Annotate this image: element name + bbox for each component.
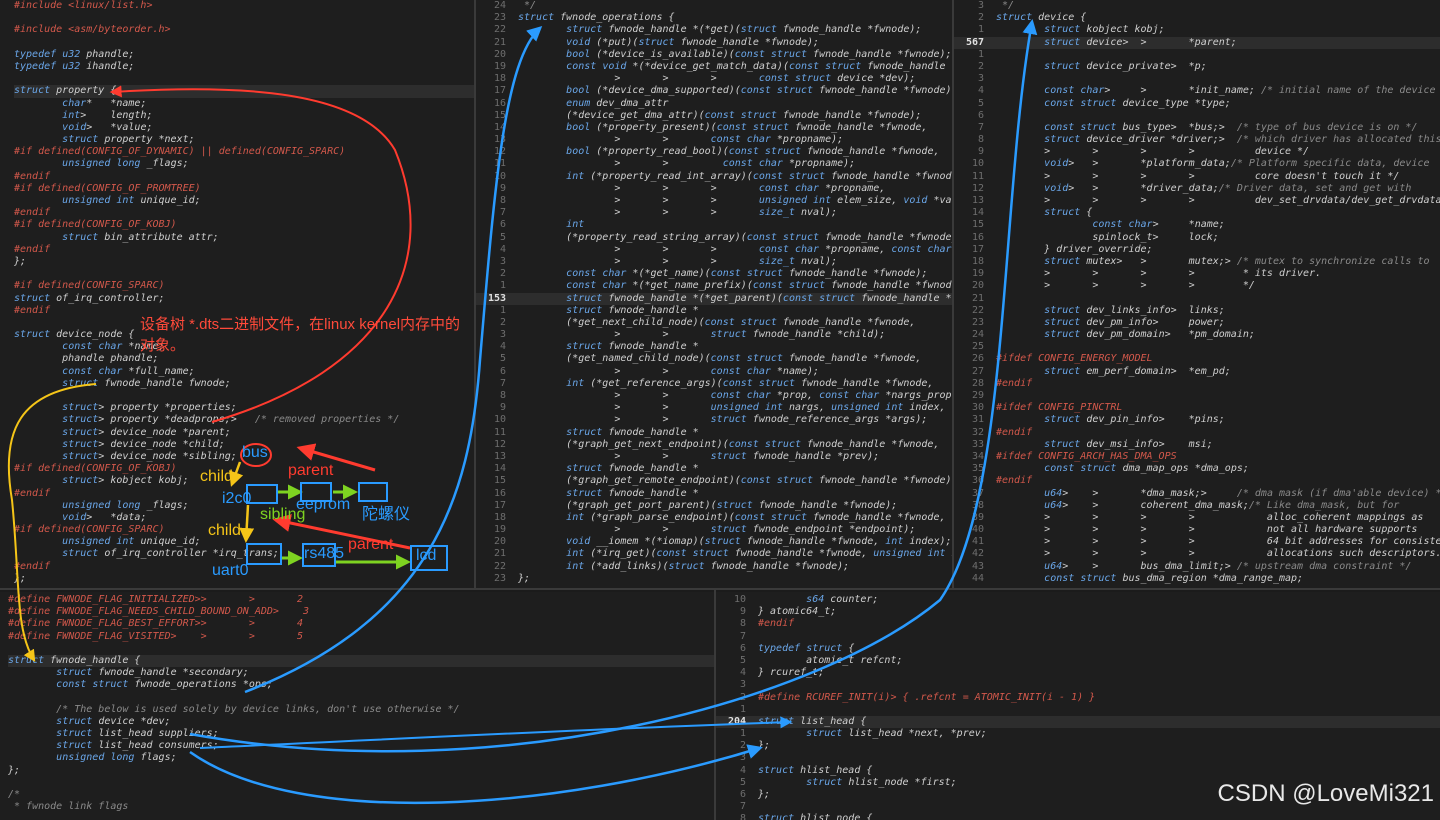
label-gyro: 陀螺仪 xyxy=(362,506,411,523)
node-uart0-box xyxy=(246,543,282,565)
watermark: CSDN @LoveMi321 xyxy=(1217,780,1434,807)
red-arrow-property xyxy=(109,85,412,423)
blue-arrow-ops xyxy=(244,25,543,694)
label-child-2: child xyxy=(208,522,241,539)
label-bus: bus xyxy=(242,444,268,461)
node-gyro-box xyxy=(358,482,388,502)
label-parent-1: parent xyxy=(288,462,334,479)
label-rs485: rs485 xyxy=(304,545,345,562)
blue-arrow-device xyxy=(189,19,1038,753)
label-sibling: sibling xyxy=(260,506,306,523)
label-parent-2: parent xyxy=(348,536,394,553)
arrow-child-2 xyxy=(239,504,255,543)
arrow-child-1 xyxy=(229,461,244,487)
blue-arrow-list-head-2 xyxy=(199,716,793,749)
yellow-arrow-fwnode xyxy=(7,383,97,663)
label-child-1: child xyxy=(200,468,233,485)
blue-arrow-list-head xyxy=(189,744,763,805)
annotation-arrows xyxy=(7,19,1038,805)
annotation-note: 设备树 *.dts二进制文件，在linux kernel内存中的对象。 xyxy=(140,316,461,354)
label-lcd: lcd xyxy=(416,547,437,564)
label-uart0: uart0 xyxy=(212,562,249,579)
label-i2c0: i2c0 xyxy=(222,490,252,507)
